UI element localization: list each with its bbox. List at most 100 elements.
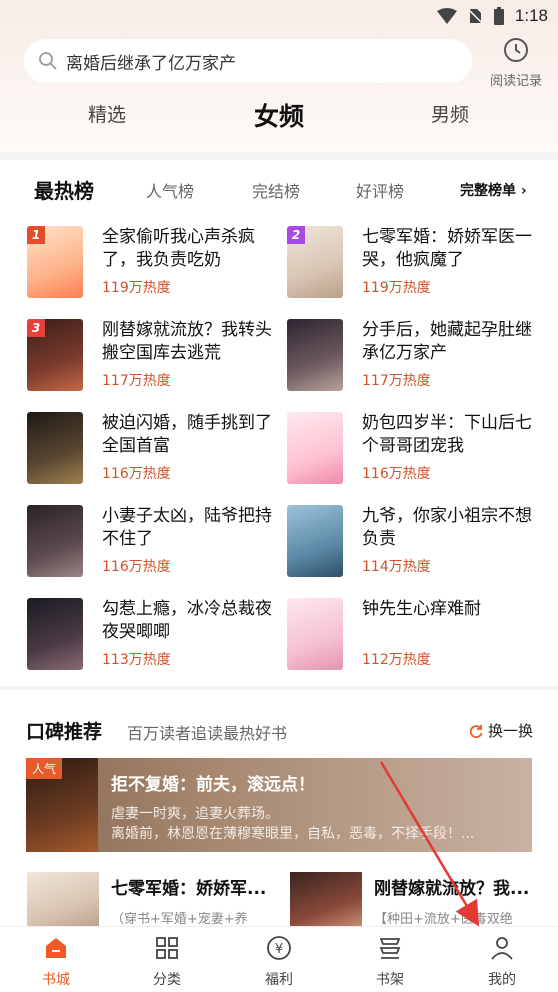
book-title: 钟先生心痒难耐 (362, 599, 481, 619)
book-tags: （穿书+军婚+宠妻+养 (111, 912, 248, 927)
no-sim-icon (467, 8, 483, 24)
search-bar[interactable]: 离婚后继承了亿万家产 (24, 39, 472, 83)
tab-hottest[interactable]: 最热榜 (34, 175, 94, 204)
yen-icon: ¥ (267, 936, 291, 960)
clock-icon (504, 38, 528, 62)
book-heat: 114万热度 (362, 559, 431, 575)
featured-desc-line-1: 虐妻一时爽，追妻火葬场。 (111, 806, 279, 822)
book-title: 九爷，你家小祖宗不想负责 (362, 506, 532, 549)
reading-history-button[interactable]: 阅读记录 (484, 36, 548, 89)
ranking-book-9[interactable]: 勾惹上瘾，冰冷总裁夜夜哭唧唧 113万热度 (27, 598, 277, 676)
ranking-tabs: 最热榜 人气榜 完结榜 好评榜 完整榜单 › (0, 174, 558, 204)
book-cover (287, 412, 343, 484)
book-cover: 3 (27, 319, 83, 391)
book-title: 被迫闪婚，随手挑到了全国首富 (102, 413, 272, 456)
featured-desc-line-2: 离婚前，林恩恩在薄穆寒眼里，自私，恶毒，不择手段！... (111, 826, 475, 842)
ranking-book-5[interactable]: 被迫闪婚，随手挑到了全国首富 116万热度 (27, 412, 277, 490)
nav-bookstore[interactable]: 书城 (21, 935, 91, 989)
ranking-book-1[interactable]: 1 全家偷听我心声杀疯了，我负责吃奶 119万热度 (27, 226, 277, 304)
tab-male[interactable]: 男频 (431, 100, 469, 127)
book-title: 全家偷听我心声杀疯了，我负责吃奶 (102, 227, 255, 270)
nav-label: 分类 (153, 972, 181, 988)
book-cover (27, 412, 83, 484)
book-cover (290, 872, 362, 932)
book-title: 刚替嫁就流放？我... (374, 879, 530, 899)
book-heat: 113万热度 (102, 652, 171, 668)
reading-history-label: 阅读记录 (489, 74, 542, 89)
bookshelf-icon (379, 938, 401, 959)
book-heat: 112万热度 (362, 652, 431, 668)
rank-badge: 3 (27, 319, 45, 337)
tab-rated[interactable]: 好评榜 (356, 178, 404, 202)
tab-popular[interactable]: 人气榜 (146, 178, 194, 202)
featured-tag: 人气 (26, 758, 63, 779)
nav-label: 书架 (376, 972, 404, 988)
book-heat: 117万热度 (102, 373, 171, 389)
book-heat: 116万热度 (102, 466, 171, 482)
full-ranking-link[interactable]: 完整榜单 › (460, 180, 527, 200)
home-icon (46, 938, 66, 958)
book-heat: 116万热度 (102, 559, 171, 575)
book-cover (27, 872, 99, 932)
nav-profile[interactable]: 我的 (467, 935, 537, 989)
tab-featured[interactable]: 精选 (88, 100, 126, 127)
book-title: 七零军婚：娇娇军医一哭，他疯魔了 (362, 227, 532, 270)
wifi-icon (436, 8, 457, 24)
book-cover (287, 319, 343, 391)
status-icons: 1:18 (436, 6, 548, 26)
nav-category[interactable]: 分类 (132, 935, 202, 989)
rank-badge: 2 (287, 226, 305, 244)
svg-text:¥: ¥ (275, 942, 283, 957)
status-bar: 1:18 (0, 0, 558, 34)
book-title: 分手后，她藏起孕肚继承亿万家产 (362, 320, 532, 363)
nav-welfare[interactable]: ¥ 福利 (244, 935, 314, 989)
featured-book-title: 拒不复婚：前夫，滚远点！ (111, 775, 315, 795)
book-tags: 【种田+流放+医毒双绝 (374, 912, 513, 927)
grid-icon (156, 937, 178, 959)
book-cover (27, 598, 83, 670)
book-title: 奶包四岁半：下山后七个哥哥团宠我 (362, 413, 532, 456)
ranking-book-10[interactable]: 钟先生心痒难耐 112万热度 (287, 598, 537, 676)
book-cover (27, 505, 83, 577)
battery-icon (493, 7, 504, 25)
rank-badge: 1 (27, 226, 45, 244)
tab-completed[interactable]: 完结榜 (252, 178, 300, 202)
nav-label: 我的 (488, 972, 516, 988)
ranking-book-4[interactable]: 分手后，她藏起孕肚继承亿万家产 117万热度 (287, 319, 537, 397)
book-heat: 119万热度 (362, 280, 431, 296)
ranking-book-3[interactable]: 3 刚替嫁就流放？我转头搬空国库去逃荒 117万热度 (27, 319, 277, 397)
recommend-card: 口碑推荐 百万读者追读最热好书 换一换 人气 拒不复婚：前夫，滚远点！ 虐妻一时… (0, 690, 558, 932)
recommend-book-1[interactable]: 七零军婚：娇娇军... （穿书+军婚+宠妻+养 (27, 872, 277, 932)
featured-book[interactable]: 人气 拒不复婚：前夫，滚远点！ 虐妻一时爽，追妻火葬场。 离婚前，林恩恩在薄穆寒… (26, 758, 532, 852)
book-cover: 1 (27, 226, 83, 298)
ranking-book-8[interactable]: 九爷，你家小祖宗不想负责 114万热度 (287, 505, 537, 583)
tab-female[interactable]: 女频 (254, 97, 304, 133)
recommend-subtitle: 百万读者追读最热好书 (127, 724, 288, 743)
refresh-button[interactable]: 换一换 (468, 720, 533, 741)
refresh-label: 换一换 (488, 722, 534, 740)
book-heat: 119万热度 (102, 280, 171, 296)
recommend-book-2[interactable]: 刚替嫁就流放？我... 【种田+流放+医毒双绝 (290, 872, 540, 932)
book-heat: 117万热度 (362, 373, 431, 389)
profile-icon (491, 937, 513, 960)
bottom-navigation: 书城 分类 ¥ 福利 书架 我的 (0, 926, 558, 992)
nav-bookshelf[interactable]: 书架 (355, 935, 425, 989)
book-cover (287, 505, 343, 577)
nav-label: 书城 (42, 972, 70, 988)
search-icon (39, 52, 57, 70)
refresh-icon (469, 724, 483, 738)
book-title: 刚替嫁就流放？我转头搬空国库去逃荒 (102, 320, 272, 363)
book-title: 勾惹上瘾，冰冷总裁夜夜哭唧唧 (102, 599, 272, 642)
ranking-book-7[interactable]: 小妻子太凶，陆爷把持不住了 116万热度 (27, 505, 277, 583)
ranking-book-6[interactable]: 奶包四岁半：下山后七个哥哥团宠我 116万热度 (287, 412, 537, 490)
book-cover: 2 (287, 226, 343, 298)
book-heat: 116万热度 (362, 466, 431, 482)
ranking-book-2[interactable]: 2 七零军婚：娇娇军医一哭，他疯魔了 119万热度 (287, 226, 537, 304)
status-time: 1:18 (514, 6, 548, 25)
book-title: 七零军婚：娇娇军... (111, 879, 267, 899)
search-query-text: 离婚后继承了亿万家产 (66, 53, 236, 74)
nav-label: 福利 (265, 972, 293, 988)
featured-book-description: 虐妻一时爽，追妻火葬场。 离婚前，林恩恩在薄穆寒眼里，自私，恶毒，不择手段！..… (111, 804, 521, 844)
ranking-card: 最热榜 人气榜 完结榜 好评榜 完整榜单 › 1 全家偷听我心声杀疯了，我负责吃… (0, 160, 558, 686)
book-title: 小妻子太凶，陆爷把持不住了 (102, 506, 272, 549)
